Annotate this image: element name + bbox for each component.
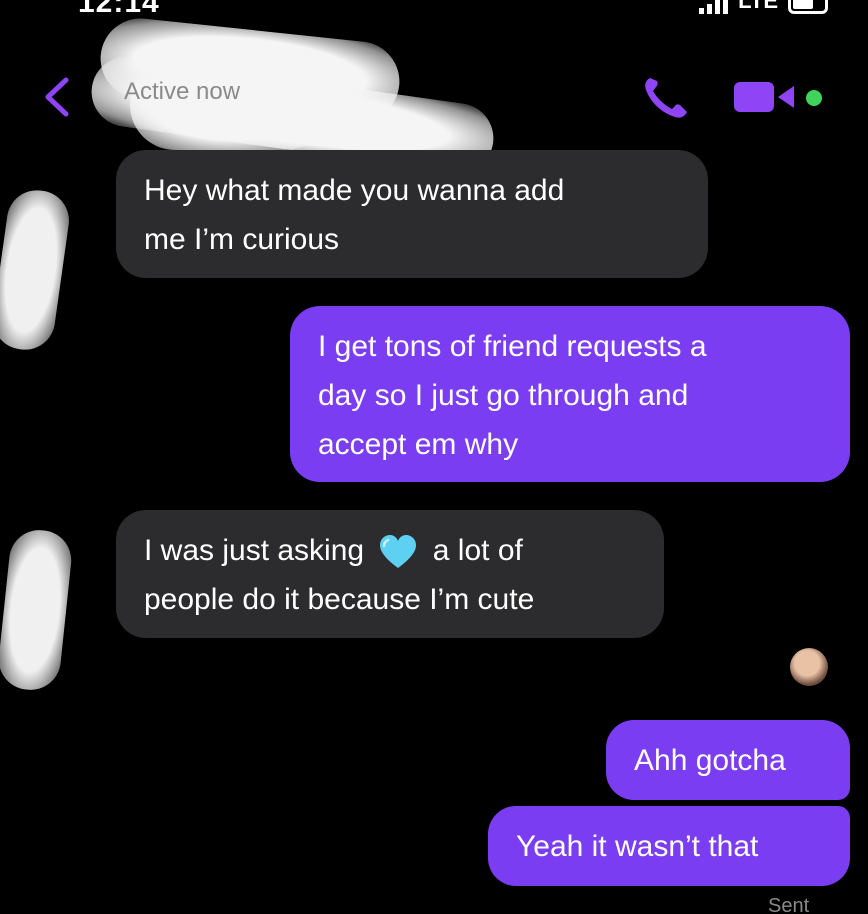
read-receipt-avatar: [790, 648, 828, 686]
back-button[interactable]: [38, 72, 78, 122]
message-bubble-received[interactable]: I was just asking a lot of people do it …: [116, 510, 664, 638]
phone-icon: [645, 78, 687, 118]
sent-status: Sent: [768, 895, 810, 914]
video-call-button[interactable]: [734, 80, 800, 114]
contact-avatar: [0, 527, 75, 693]
chevron-left-icon: [45, 77, 69, 117]
light-blue-heart-icon: [380, 535, 417, 569]
message-bubble-sent[interactable]: Yeah it wasn’t that: [488, 806, 850, 886]
message-bubble-sent[interactable]: I get tons of friend requests a day so I…: [290, 306, 850, 482]
message-text-line: me I’m curious: [144, 223, 340, 256]
contact-avatar: [0, 186, 73, 354]
call-button[interactable]: [640, 74, 692, 120]
contact-status: Active now: [124, 78, 241, 105]
message-text-line: I was just asking a lot of: [144, 526, 636, 575]
status-indicators: LTE: [699, 0, 828, 14]
video-camera-icon: [734, 82, 794, 112]
message-text-line: people do it because I’m cute: [144, 583, 535, 616]
battery-icon: [788, 0, 828, 14]
message-text: a lot of: [432, 534, 523, 567]
message-text: Yeah it wasn’t that: [516, 830, 759, 863]
message-bubble-received[interactable]: Hey what made you wanna add me I’m curio…: [116, 150, 708, 278]
message-text-line: day so I just go through and: [318, 379, 689, 412]
message-text-line: accept em why: [318, 428, 519, 461]
message-text-line: Hey what made you wanna add: [144, 174, 565, 207]
message-text: I was just asking: [144, 534, 365, 567]
status-time: 12:14: [78, 0, 160, 19]
message-text: Ahh gotcha: [634, 744, 786, 777]
online-indicator: [806, 90, 822, 106]
signal-icon: [699, 0, 729, 14]
message-bubble-sent[interactable]: Ahh gotcha: [606, 720, 850, 800]
message-text-line: I get tons of friend requests a: [318, 330, 707, 363]
network-label: LTE: [738, 0, 778, 13]
